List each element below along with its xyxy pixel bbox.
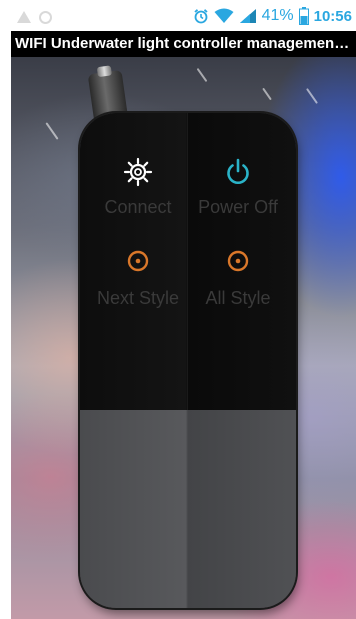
- connect-button[interactable]: Connect: [88, 157, 188, 235]
- power-off-button[interactable]: Power Off: [188, 157, 288, 235]
- app-screen: 41% 10:56 WIFI Underwater light controll…: [0, 0, 356, 619]
- all-style-button[interactable]: All Style: [188, 248, 288, 326]
- connect-label: Connect: [104, 197, 172, 217]
- app-title: WIFI Underwater light controller managem…: [15, 35, 352, 52]
- all-style-label: All Style: [205, 288, 271, 308]
- clock: 10:56: [313, 7, 352, 25]
- warning-icon: [17, 11, 31, 23]
- plug-tip: [96, 65, 113, 78]
- light-streak: [196, 67, 208, 83]
- remote-controller: Connect Power Off Next Style All Style: [80, 113, 296, 608]
- target-icon: [225, 248, 251, 278]
- light-streak: [262, 87, 272, 101]
- remote-lower-panel: [80, 410, 296, 608]
- light-streak: [45, 122, 59, 140]
- title-bar: WIFI Underwater light controller managem…: [11, 31, 356, 57]
- battery-percent: 41%: [261, 7, 294, 24]
- battery-icon: [298, 7, 309, 25]
- next-style-label: Next Style: [96, 288, 180, 308]
- circle-icon: [39, 11, 52, 24]
- gear-icon: [123, 157, 153, 191]
- status-right: 41% 10:56: [193, 7, 352, 25]
- power-icon: [223, 157, 253, 191]
- alarm-icon: [193, 8, 209, 24]
- target-icon: [125, 248, 151, 278]
- wifi-icon: [214, 8, 234, 24]
- status-left: [17, 9, 52, 24]
- next-style-button[interactable]: Next Style: [88, 248, 188, 326]
- light-streak: [306, 88, 318, 104]
- power-off-label: Power Off: [198, 197, 278, 217]
- signal-icon: [239, 8, 257, 24]
- status-bar: 41% 10:56: [11, 6, 356, 30]
